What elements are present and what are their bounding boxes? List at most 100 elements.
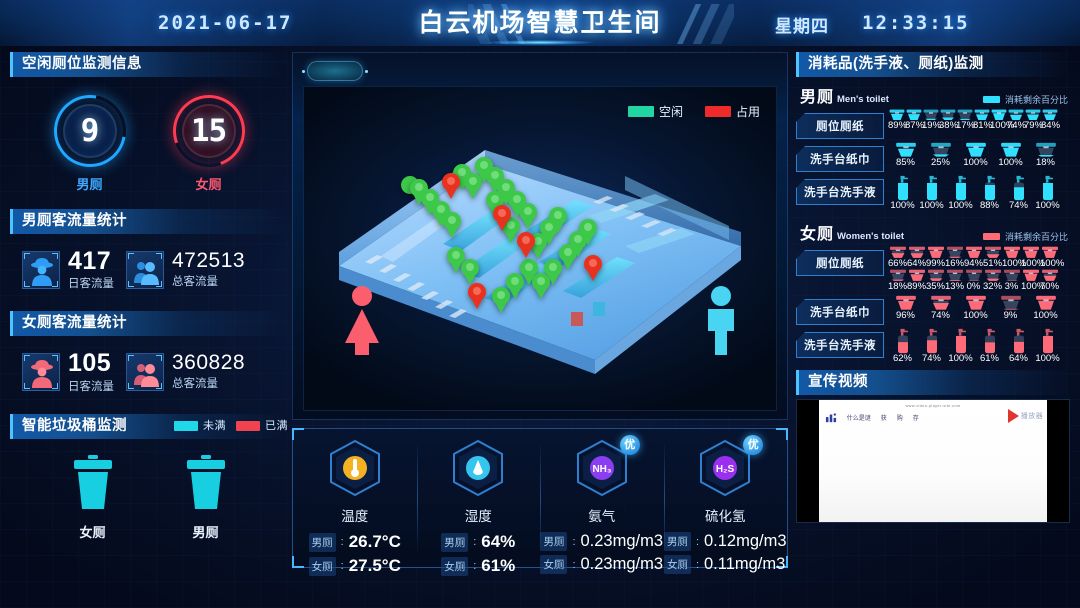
consumable-item[interactable]: 32% [983, 269, 1002, 292]
consumable-item[interactable]: 100% [1033, 328, 1062, 364]
female-daily-value: 105 [68, 349, 112, 378]
gauge-male[interactable]: 9 男厕 [39, 80, 140, 193]
consumable-item[interactable]: 100% [946, 328, 975, 364]
env-temperature[interactable]: 温度 男厕 : 26.7°C 女厕 : 27.5°C [293, 429, 417, 576]
consumable-percent: 100% [1021, 258, 1046, 269]
male-total-flow[interactable]: 472513 总客流量 [126, 248, 245, 291]
video-nav-link[interactable]: 购 [897, 413, 903, 422]
consumable-item[interactable]: 35% [926, 269, 945, 292]
consumable-item[interactable]: 88% [975, 175, 1004, 211]
consumable-item[interactable]: 100% [1040, 246, 1064, 269]
consumable-item[interactable]: 100% [993, 142, 1028, 168]
consumable-percent: 17% [956, 120, 976, 131]
legend-swatch [982, 233, 1000, 240]
soap-icon [955, 328, 966, 354]
consumable-item[interactable]: 100% [888, 175, 917, 211]
floorplan-viewport[interactable]: 空闲 占用 [303, 86, 777, 411]
consumable-item[interactable]: 100% [1028, 295, 1063, 321]
consumable-item[interactable]: 100% [1002, 246, 1026, 269]
consumable-item[interactable]: 84% [1041, 109, 1060, 131]
consumable-item[interactable]: 16% [945, 246, 964, 269]
male-group-icon [126, 250, 164, 289]
consumable-item[interactable]: 9% [993, 295, 1028, 321]
consumables-title: 消耗品(洗手液、厕纸)监测 [796, 52, 1070, 77]
consumable-row-label: 厕位厕纸 [796, 113, 884, 139]
promo-video-player[interactable]: www.video-player-site.com 什么是谜 获 购 存 播放器 [796, 399, 1070, 523]
env-row-value: 0.12mg/m3 [704, 532, 787, 550]
consumable-item[interactable]: 18% [888, 269, 907, 292]
consumable-item[interactable]: 94% [964, 246, 983, 269]
consumable-item[interactable]: 0% [964, 269, 983, 292]
consumable-item[interactable]: 74% [1004, 175, 1033, 211]
consumable-percent: 18% [888, 281, 908, 292]
womens-legend: 消耗剩余百分比 [982, 230, 1068, 243]
consumable-item[interactable]: 96% [888, 295, 923, 321]
consumable-item[interactable]: 25% [923, 142, 958, 168]
consumable-item[interactable]: 74% [917, 328, 946, 364]
consumable-percent: 88% [979, 200, 999, 211]
video-nav-link[interactable]: 获 [881, 413, 887, 422]
consumable-item[interactable]: 100% [946, 175, 975, 211]
consumable-item[interactable]: 51% [983, 246, 1002, 269]
gauge-female[interactable]: 15 女厕 [160, 83, 257, 193]
consumable-item[interactable]: 89% [888, 109, 907, 131]
consumable-item[interactable]: 64% [1004, 328, 1033, 364]
consumable-item[interactable]: 79% [1024, 109, 1043, 131]
consumable-item[interactable]: 17% [956, 109, 976, 131]
consumable-item[interactable]: 13% [945, 269, 964, 292]
female-restroom-icon [338, 285, 386, 362]
consumable-line: 62% 74% 100% 61% 64% 100% [888, 328, 1070, 364]
consumable-item[interactable]: 70% [1040, 269, 1059, 292]
site-logo-icon [825, 412, 836, 422]
consumable-row: 洗手台洗手液 62% 74% 100% 61% 64% 100% [796, 328, 1070, 364]
consumable-item[interactable]: 18% [1028, 142, 1063, 168]
consumable-item[interactable]: 100% [1033, 175, 1062, 211]
consumable-percent: 19% [922, 120, 942, 131]
consumable-percent: 38% [939, 120, 959, 131]
consumable-item[interactable]: 100% [990, 109, 1014, 131]
consumable-item[interactable]: 61% [975, 328, 1004, 364]
consumable-item[interactable]: 100% [958, 142, 993, 168]
consumable-item[interactable]: 3% [1002, 269, 1021, 292]
consumable-line: 66% 64% 99% 16% 94% 51% 100% 100% 100% [888, 246, 1070, 269]
consumable-item[interactable]: 38% [939, 109, 959, 131]
env-ammonia[interactable]: NH₃ 优 氨气 男厕 : 0.23mg/m3 女厕 : 0.23mg/m3 [540, 429, 664, 574]
consumable-item[interactable]: 85% [888, 142, 923, 168]
consumable-row: 厕位厕纸 89% 87% 19% 38% 17% 81% 100% 74% 79… [796, 109, 1070, 139]
consumable-item[interactable]: 66% [888, 246, 907, 269]
consumable-item[interactable]: 81% [973, 109, 993, 131]
bin-male[interactable]: 男厕 [181, 453, 231, 541]
floorplan-3d-model[interactable] [325, 116, 755, 394]
env-humidity[interactable]: 湿度 男厕 : 64% 女厕 : 61% [416, 429, 541, 576]
male-daily-label: 日客流量 [68, 278, 114, 291]
consumable-item[interactable]: 74% [1007, 109, 1026, 131]
env-hydrogen-sulfide[interactable]: H₂S 优 硫化氢 男厕 : 0.12mg/m3 女厕 : 0.11mg/m3 [663, 429, 788, 574]
consumable-item[interactable]: 100% [958, 295, 993, 321]
env-colon: : [473, 536, 477, 548]
womens-name-cn: 女厕 [800, 226, 835, 243]
consumable-item[interactable]: 100% [1021, 269, 1045, 292]
consumable-item[interactable]: 19% [922, 109, 942, 131]
svg-text:NH₃: NH₃ [592, 464, 611, 475]
male-daily-flow[interactable]: 417 日客流量 [22, 248, 114, 291]
consumable-item[interactable]: 100% [1021, 246, 1046, 269]
consumable-item[interactable]: 87% [905, 109, 924, 131]
consumable-items: 96% 74% 100% 9% 100% [884, 295, 1070, 321]
floorplan-stage[interactable]: 空闲 占用 [292, 52, 788, 420]
bin-female[interactable]: 女厕 [68, 453, 118, 541]
consumable-row: 洗手台纸巾 96% 74% 100% 9% 100% [796, 295, 1070, 325]
consumable-item[interactable]: 100% [917, 175, 946, 211]
consumable-percent: 81% [973, 120, 993, 131]
female-total-flow[interactable]: 360828 总客流量 [126, 350, 245, 393]
mens-consumable-rows: 厕位厕纸 89% 87% 19% 38% 17% 81% 100% 74% 79… [796, 109, 1070, 211]
consumable-item[interactable]: 99% [926, 246, 945, 269]
play-icon[interactable] [1007, 409, 1019, 423]
video-nav-link[interactable]: 什么是谜 [847, 413, 871, 422]
consumable-item[interactable]: 62% [888, 328, 917, 364]
right-column: 消耗品(洗手液、厕纸)监测 男厕 Men's toilet 消耗剩余百分比 厕位… [796, 52, 1070, 523]
consumable-item[interactable]: 64% [907, 246, 926, 269]
video-nav-link[interactable]: 存 [913, 413, 919, 422]
female-daily-flow[interactable]: 105 日客流量 [22, 350, 114, 393]
consumable-item[interactable]: 74% [923, 295, 958, 321]
consumable-item[interactable]: 89% [907, 269, 926, 292]
